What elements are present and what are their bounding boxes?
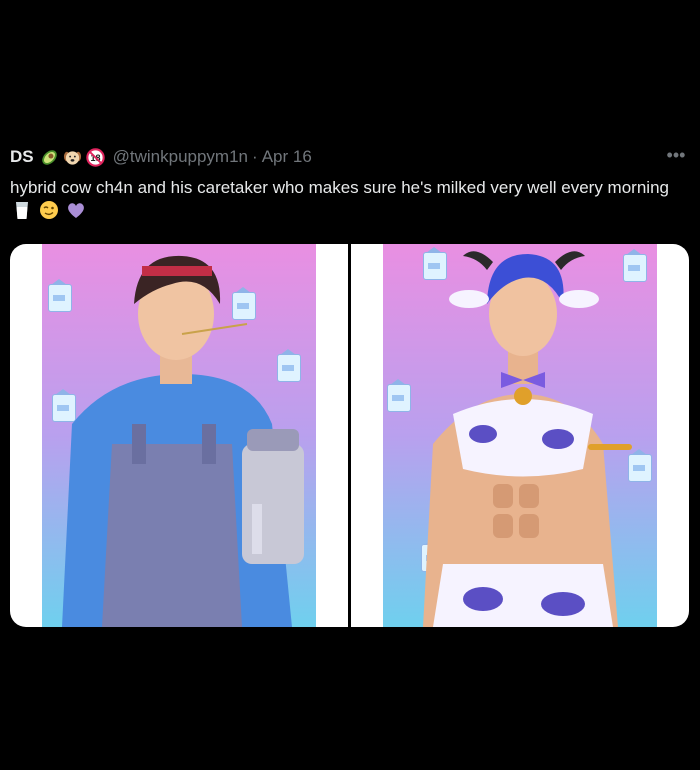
media-image-cow-hybrid[interactable] <box>351 244 689 627</box>
separator-dot: · <box>252 147 258 166</box>
more-options-icon[interactable]: ••• <box>664 146 688 168</box>
timestamp[interactable]: Apr 16 <box>262 147 312 167</box>
display-name[interactable]: DS <box>10 147 34 167</box>
artwork-background <box>42 244 316 627</box>
media-grid <box>10 244 689 627</box>
no-under-18-icon: 18 <box>85 147 105 167</box>
media-image-caretaker[interactable] <box>10 244 348 627</box>
tweet: DS 18 @twinkpuppym1n · Apr 16 ••• hybrid… <box>0 0 700 770</box>
tweet-text: hybrid cow ch4n and his caretaker who ma… <box>10 178 669 197</box>
handle[interactable]: @twinkpuppym1n <box>113 147 248 167</box>
artwork-background <box>383 244 657 627</box>
tweet-header: DS 18 @twinkpuppym1n · Apr 16 <box>10 146 312 168</box>
cow-hybrid-illustration <box>423 251 632 627</box>
tweet-text-container: hybrid cow ch4n and his caretaker who ma… <box>10 176 682 224</box>
purple-heart-icon <box>68 203 85 218</box>
glass-of-milk-icon <box>16 202 28 219</box>
avocado-icon <box>41 149 57 165</box>
caretaker-illustration <box>62 255 304 627</box>
winking-face-icon <box>39 201 58 219</box>
puppy-face-icon <box>63 150 81 165</box>
